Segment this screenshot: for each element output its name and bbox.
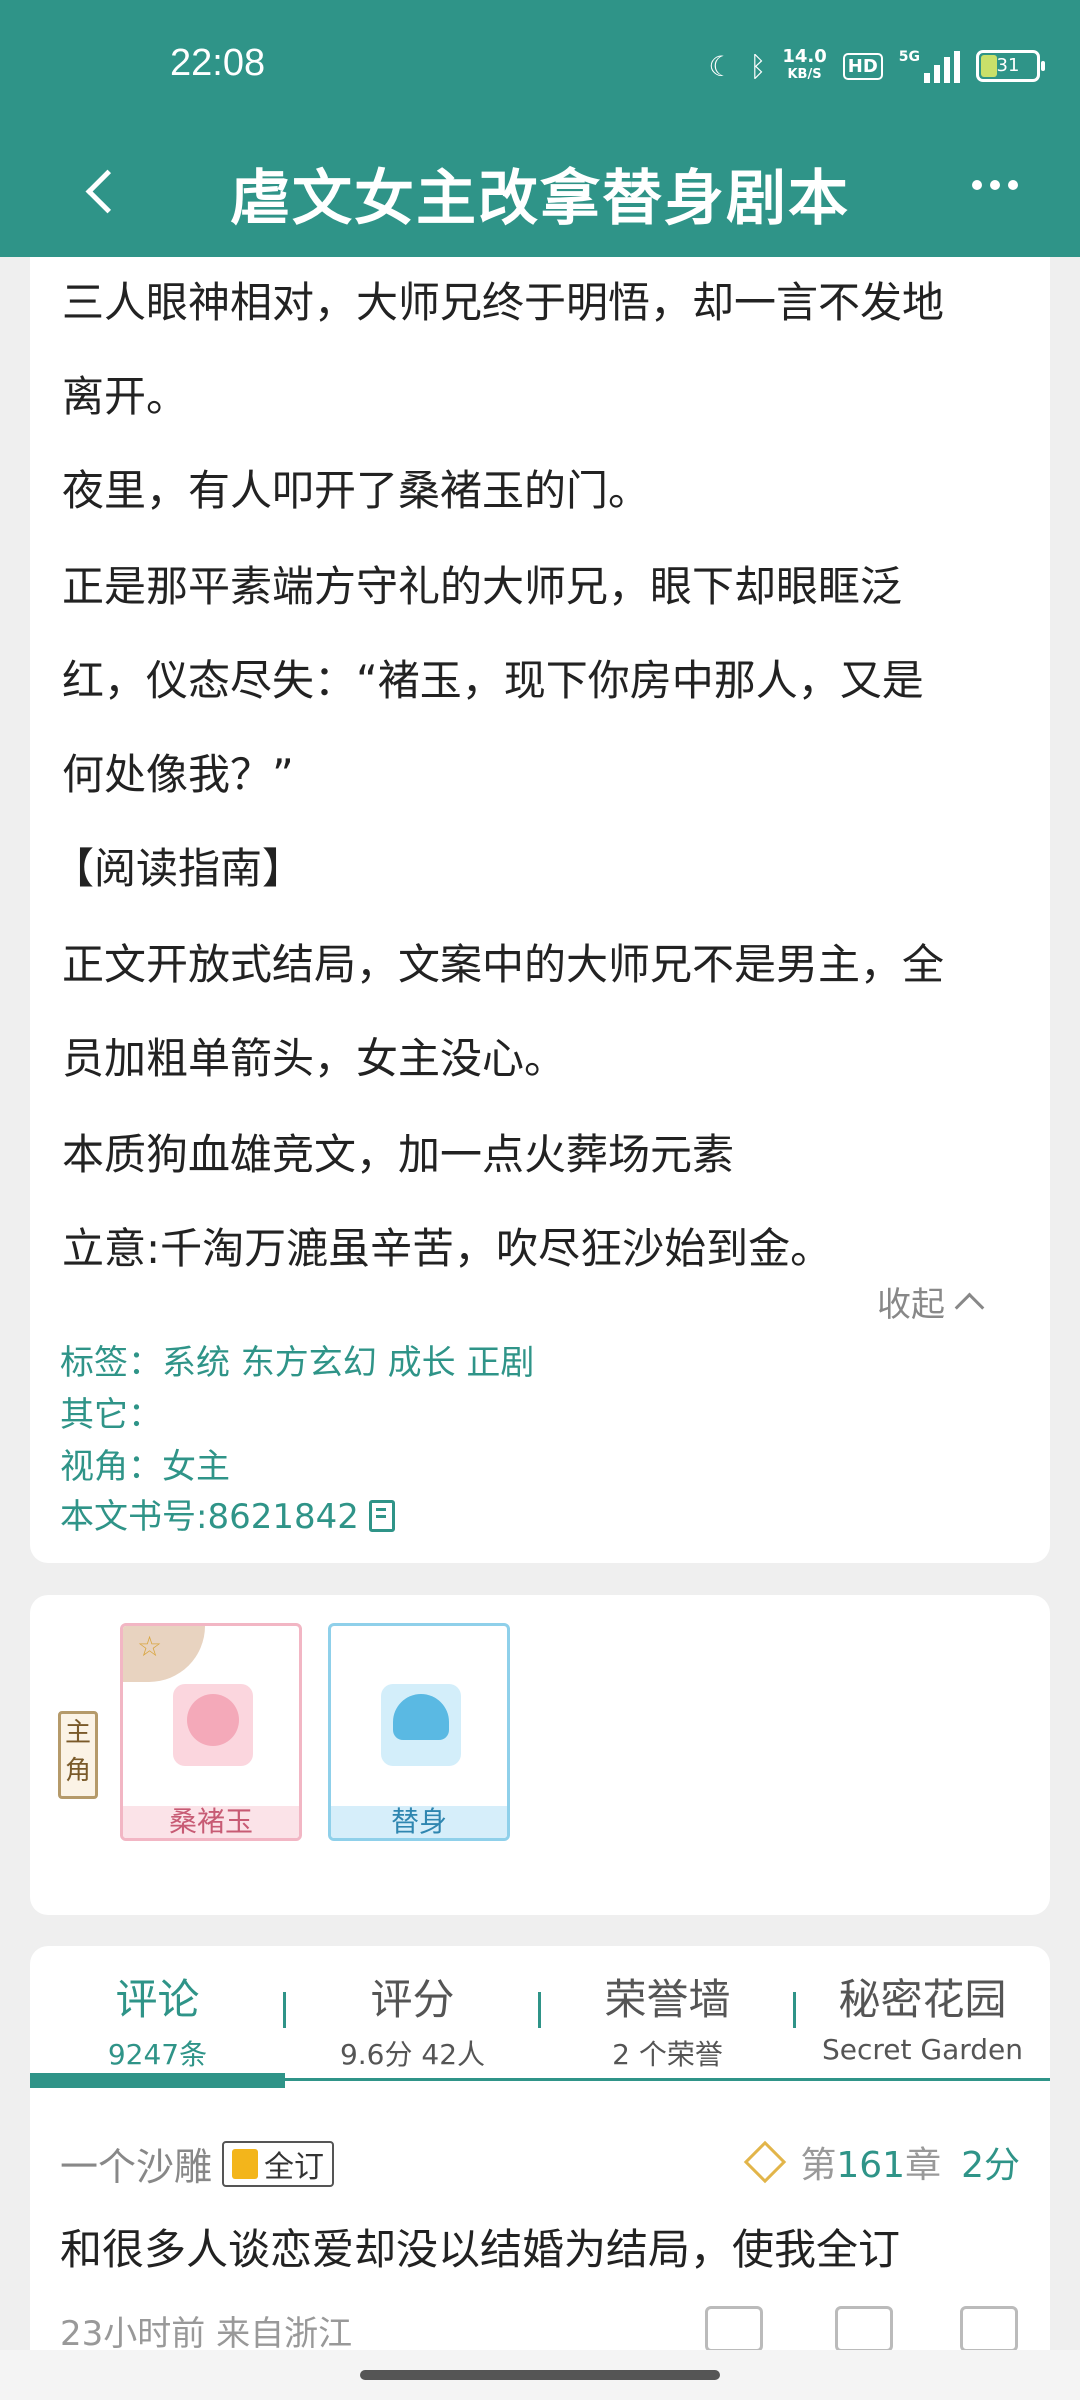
battery-icon: 31 xyxy=(976,50,1045,82)
app-bar: 虐文女主改拿替身剧本 xyxy=(0,130,1080,257)
hd-icon: HD xyxy=(842,52,883,80)
comment-text: 和很多人谈恋爱却没以结婚为结局，使我全订 xyxy=(60,2225,901,2274)
page-title: 虐文女主改拿替身剧本 xyxy=(230,164,850,234)
chevron-up-icon xyxy=(954,1292,985,1323)
perspective-line: 视角：女主 xyxy=(60,1447,230,1487)
status-icons: ☾ ᛒ 14.0 KB/S HD 5G 31 xyxy=(708,46,1045,84)
intro-line: 离开。 xyxy=(62,372,189,421)
collapse-button[interactable]: 收起 xyxy=(877,1277,985,1326)
intro-line: 正文开放式结局，文案中的大师兄不是男主，全 xyxy=(62,940,945,989)
comments-card: 评论 9247条 评分 9.6分 42人 荣誉墙 2 个荣誉 秘密花园 Secret G… xyxy=(30,1946,1050,2366)
intro-card: 三人眼神相对，大师兄终于明悟，却一言不发地 离开。 夜里，有人叩开了桑褚玉的门。… xyxy=(30,257,1050,1563)
active-tab-indicator xyxy=(30,2073,285,2088)
other-line: 其它： xyxy=(60,1395,162,1435)
copy-icon[interactable] xyxy=(368,1500,395,1532)
tab-secret-garden[interactable]: 秘密花园 Secret Garden xyxy=(795,1966,1050,2066)
intro-line: 正是那平素端方守礼的大师兄，眼下却眼眶泛 xyxy=(62,562,903,611)
tab-honor-wall[interactable]: 荣誉墙 2 个荣誉 xyxy=(540,1966,795,2073)
intro-line: 员加粗单箭头，女主没心。 xyxy=(62,1034,567,1083)
role-name: 桑褚玉 xyxy=(123,1806,299,1838)
bluetooth-icon: ᛒ xyxy=(749,49,767,83)
subscribed-badge: 全订 xyxy=(222,2140,335,2187)
more-options-icon[interactable] xyxy=(972,180,1018,190)
intro-line: 【阅读指南】 xyxy=(52,844,305,893)
roles-card: 主角 ☆ 桑褚玉 替身 xyxy=(30,1595,1050,1915)
reply-icon[interactable] xyxy=(960,2306,1018,2352)
net-speed: 14.0 KB/S xyxy=(782,46,827,83)
comment-chapter-info: 第161章 2分 xyxy=(744,2136,1020,2188)
comment-time: 23小时前 来自浙江 xyxy=(60,2314,353,2354)
book-id-line: 本文书号:8621842 xyxy=(60,1489,395,1538)
intro-line: 三人眼神相对，大师兄终于明悟，却一言不发地 xyxy=(62,278,945,327)
status-time: 22:08 xyxy=(170,42,266,84)
moon-icon: ☾ xyxy=(708,49,734,83)
home-indicator[interactable] xyxy=(360,2370,720,2380)
tags-line[interactable]: 标签：系统 东方玄幻 成长 正剧 xyxy=(60,1335,534,1384)
signal-icon: 5G xyxy=(899,49,960,83)
bookmark-icon xyxy=(232,2148,259,2179)
avatar xyxy=(381,1684,461,1766)
intro-line: 本质狗血雄竞文，加一点火葬场元素 xyxy=(62,1130,735,1179)
role-card-main[interactable]: ☆ 桑褚玉 xyxy=(120,1623,302,1841)
comment-user[interactable]: 一个沙雕 全订 xyxy=(60,2136,335,2191)
diamond-icon xyxy=(744,2140,787,2184)
intro-line: 立意:千淘万漉虽辛苦，吹尽狂沙始到金。 xyxy=(62,1224,833,1273)
tab-rating[interactable]: 评分 9.6分 42人 xyxy=(285,1966,540,2073)
intro-line: 红，仪态尽失：“褚玉，现下你房中那人，又是 xyxy=(62,656,924,705)
tab-comments[interactable]: 评论 9247条 xyxy=(30,1966,285,2073)
status-bar: 22:08 ☾ ᛒ 14.0 KB/S HD 5G 31 xyxy=(0,0,1080,130)
protagonist-tag: 主角 xyxy=(58,1711,98,1799)
dislike-icon[interactable] xyxy=(835,2306,893,2352)
like-icon[interactable] xyxy=(705,2306,763,2352)
star-icon: ☆ xyxy=(137,1630,163,1663)
role-card-substitute[interactable]: 替身 xyxy=(328,1623,510,1841)
avatar xyxy=(173,1684,253,1766)
intro-line: 何处像我？” xyxy=(62,750,294,799)
tab-bar: 评论 9247条 评分 9.6分 42人 荣誉墙 2 个荣誉 秘密花园 Secret G… xyxy=(30,1946,1050,2088)
role-name: 替身 xyxy=(331,1806,507,1838)
intro-line: 夜里，有人叩开了桑褚玉的门。 xyxy=(62,466,651,515)
